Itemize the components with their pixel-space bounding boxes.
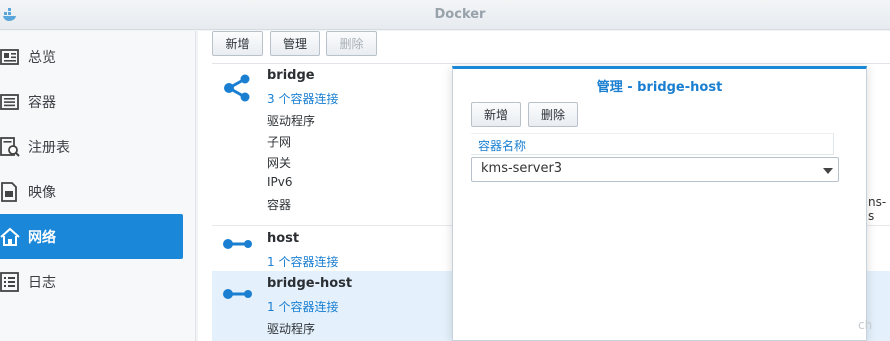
container-select[interactable]: kms-server3 <box>471 157 839 182</box>
manage-dialog: 管理 - bridge-host 新增 删除 容器名称 kms-server3 <box>452 66 867 341</box>
container-icon <box>0 93 19 110</box>
dialog-title: 管理 - bridge-host <box>596 80 723 95</box>
sidebar-item-network[interactable]: 网络 <box>0 214 183 259</box>
share-network-icon <box>224 74 250 102</box>
sidebar-divider <box>195 31 196 341</box>
network-property-label: 容器 <box>267 198 292 212</box>
link-network-icon <box>223 239 252 249</box>
network-property-label: 网关 <box>267 156 292 170</box>
chevron-down-icon[interactable] <box>823 168 833 174</box>
sidebar-item-containers[interactable]: 容器 <box>0 79 183 124</box>
network-property-label: IPv6 <box>267 175 293 189</box>
container-value-clipped: ns-s <box>868 195 887 223</box>
watermark-text: ch <box>858 318 873 332</box>
network-connections-link[interactable]: 1 个容器连接 <box>267 298 338 315</box>
dialog-delete-button[interactable]: 删除 <box>528 102 579 127</box>
network-connections-link[interactable]: 1 个容器连接 <box>267 253 338 270</box>
log-icon <box>0 271 19 292</box>
link-network-icon <box>223 289 252 299</box>
network-connections-link[interactable]: 3 个容器连接 <box>267 90 338 107</box>
add-button[interactable]: 新增 <box>212 31 263 56</box>
network-name: bridge-host <box>267 276 353 291</box>
delete-button[interactable]: 删除 <box>326 31 377 56</box>
sidebar-item-label: 总览 <box>28 49 56 66</box>
sidebar-item-registry[interactable]: 注册表 <box>0 124 183 169</box>
sidebar-item-logs[interactable]: 日志 <box>0 259 183 304</box>
sidebar-item-label: 映像 <box>28 184 56 201</box>
window-title: Docker <box>434 7 486 22</box>
network-name: host <box>267 231 300 246</box>
overview-icon <box>0 48 19 65</box>
container-select-value: kms-server3 <box>481 161 563 176</box>
image-icon <box>1 181 17 202</box>
dialog-add-button[interactable]: 新增 <box>471 102 522 127</box>
sidebar-item-label: 网络 <box>28 229 56 246</box>
network-property-label: 驱动程序 <box>267 114 316 128</box>
sidebar-item-images[interactable]: 映像 <box>0 169 183 214</box>
sidebar-item-label: 日志 <box>28 274 56 291</box>
sidebar-item-overview[interactable]: 总览 <box>0 34 183 79</box>
registry-icon <box>0 136 20 157</box>
sidebar-item-label: 容器 <box>28 94 56 111</box>
sidebar: 总览 容器 注册表 映像 网络 日志 <box>0 31 195 341</box>
network-home-icon <box>0 227 20 246</box>
sidebar-item-label: 注册表 <box>28 139 70 156</box>
title-bar: Docker <box>0 0 890 30</box>
manage-button[interactable]: 管理 <box>270 31 320 56</box>
container-name-column-header[interactable]: 容器名称 <box>471 133 834 155</box>
network-property-label: 子网 <box>267 135 292 149</box>
network-name: bridge <box>267 68 315 83</box>
network-property-label: 驱动程序 <box>267 322 316 336</box>
